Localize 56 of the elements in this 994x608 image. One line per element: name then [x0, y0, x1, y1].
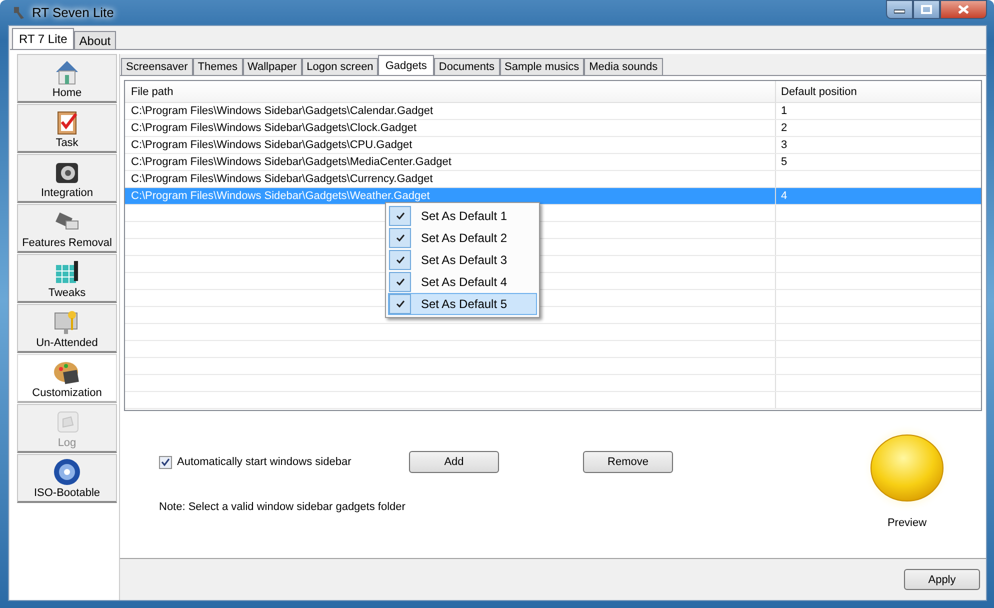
- table-row[interactable]: C:\Program Files\Windows Sidebar\Gadgets\MediaCenter.Gadget 5: [125, 154, 981, 171]
- preview-label: Preview: [887, 517, 927, 529]
- table-row[interactable]: C:\Program Files\Windows Sidebar\Gadgets\Calendar.Gadget 1: [125, 103, 981, 120]
- tab[interactable]: Media sounds: [584, 58, 663, 75]
- menu-item[interactable]: Set As Default 2: [388, 227, 537, 249]
- sidebar-button[interactable]: Integration: [17, 154, 117, 203]
- table-cell: 4: [781, 190, 788, 202]
- column-header[interactable]: File path: [125, 81, 776, 102]
- menu-item[interactable]: Set As Default 5: [388, 293, 537, 315]
- menu-item[interactable]: Set As Default 1: [388, 205, 537, 227]
- sidebar-button[interactable]: Customization: [17, 354, 117, 403]
- tab[interactable]: About: [74, 31, 116, 49]
- close-icon: [958, 5, 969, 14]
- maximize-button[interactable]: [913, 0, 940, 19]
- sidebar-button[interactable]: Task: [17, 104, 117, 153]
- sidebar-button[interactable]: Tweaks: [17, 254, 117, 303]
- minimize-button[interactable]: [886, 0, 913, 19]
- table-cell: 5: [781, 156, 788, 168]
- tab[interactable]: Gadgets: [378, 55, 434, 75]
- add-button[interactable]: Add: [409, 451, 499, 473]
- table-cell: C:\Program Files\Windows Sidebar\Gadgets\MediaCenter.Gadget: [131, 156, 452, 168]
- app-icon: [12, 6, 26, 20]
- tab[interactable]: RT 7 Lite: [12, 28, 74, 49]
- remove-button[interactable]: Remove: [583, 451, 673, 473]
- maximize-icon: [921, 5, 932, 14]
- close-button[interactable]: [940, 0, 987, 19]
- sidebar-button[interactable]: ISO-Bootable: [17, 454, 117, 503]
- checkbox[interactable]: [159, 456, 172, 468]
- tab[interactable]: Logon screen: [302, 58, 378, 75]
- note-text: Note: Select a valid window sidebar gadgets folder: [159, 501, 406, 513]
- tab[interactable]: Sample musics: [500, 58, 584, 75]
- window-title: RT Seven Lite: [32, 5, 114, 20]
- table-cell: C:\Program Files\Windows Sidebar\Gadgets\CPU.Gadget: [131, 139, 412, 151]
- table-cell: 2: [781, 122, 788, 134]
- table-row[interactable]: C:\Program Files\Windows Sidebar\Gadgets\Clock.Gadget 2: [125, 120, 981, 137]
- tab[interactable]: Screensaver: [121, 58, 193, 75]
- menu-item[interactable]: Set As Default 4: [388, 271, 537, 293]
- apply-button[interactable]: Apply: [904, 569, 980, 590]
- disc-icon: [52, 457, 82, 487]
- column-header[interactable]: Default position: [776, 81, 981, 102]
- table-cell: C:\Program Files\Windows Sidebar\Gadgets\Calendar.Gadget: [131, 105, 434, 117]
- table-cell: C:\Program Files\Windows Sidebar\Gadgets\Weather.Gadget: [131, 190, 430, 202]
- sidebar-button[interactable]: Features Removal: [17, 204, 117, 253]
- sidebar-button[interactable]: Un-Attended: [17, 304, 117, 353]
- minimize-icon: [894, 10, 905, 14]
- tab[interactable]: Wallpaper: [242, 58, 302, 75]
- tab[interactable]: Documents: [434, 58, 500, 75]
- table-cell: C:\Program Files\Windows Sidebar\Gadgets\Clock.Gadget: [131, 122, 417, 134]
- menu-item[interactable]: Set As Default 3: [388, 249, 537, 271]
- checkbox-label: Automatically start windows sidebar: [177, 456, 352, 468]
- table-cell: 3: [781, 139, 788, 151]
- tab[interactable]: Themes: [192, 58, 243, 75]
- sidebar-button[interactable]: Home: [17, 54, 117, 103]
- table-row[interactable]: C:\Program Files\Windows Sidebar\Gadgets\CPU.Gadget 3: [125, 137, 981, 154]
- table-cell: 1: [781, 105, 788, 117]
- table-cell: C:\Program Files\Windows Sidebar\Gadgets\Currency.Gadget: [131, 173, 433, 185]
